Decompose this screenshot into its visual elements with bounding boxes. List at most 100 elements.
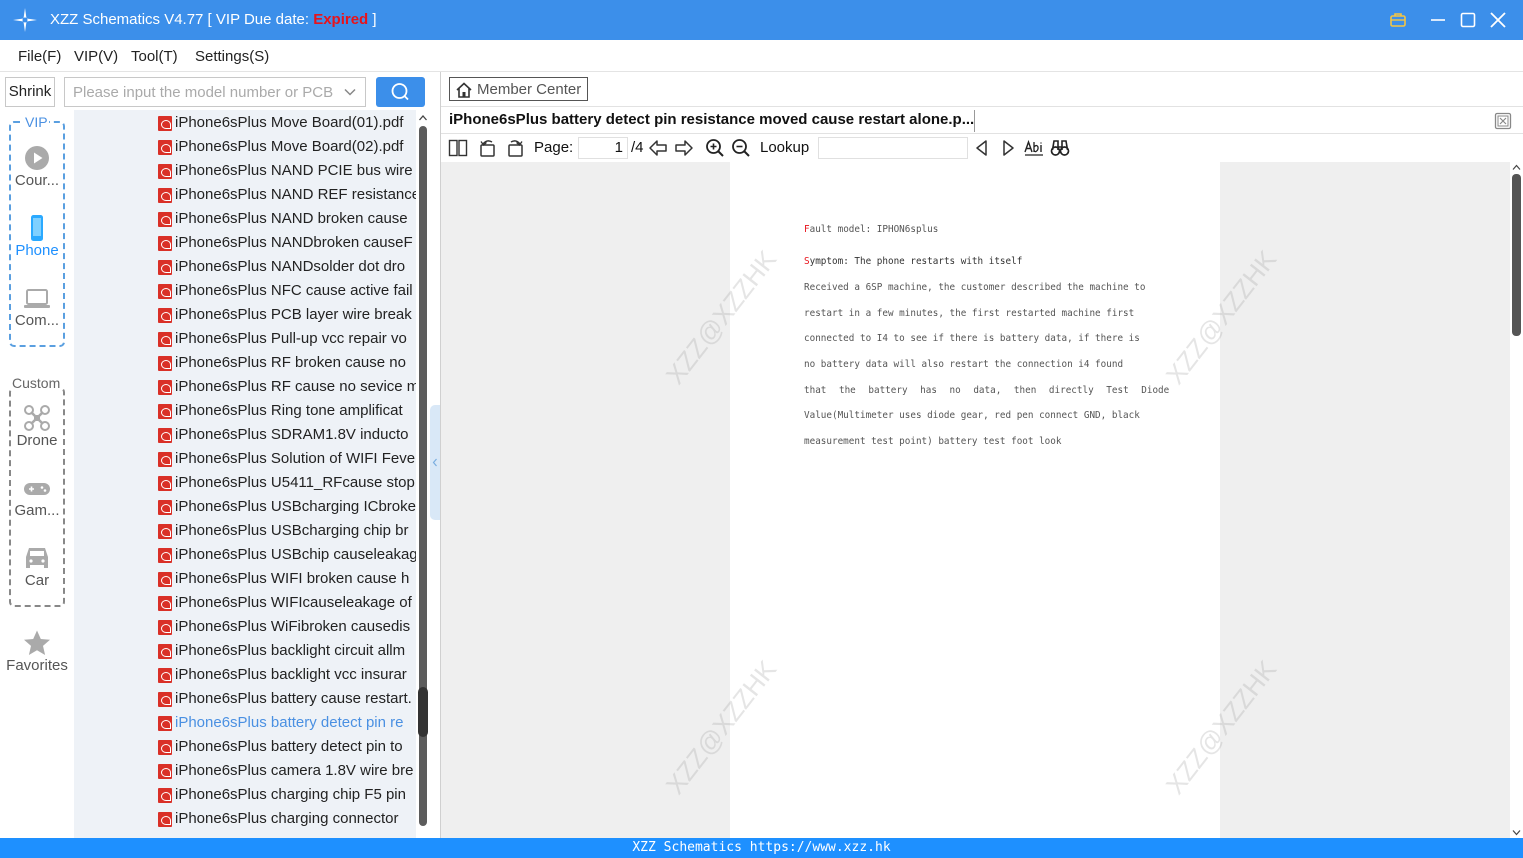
search-button[interactable]: [376, 77, 425, 107]
file-list-item[interactable]: iPhone6sPlus NAND PCIE bus wire: [158, 159, 416, 183]
file-list-item[interactable]: iPhone6sPlus battery detect pin re: [158, 711, 416, 735]
scroll-down-icon[interactable]: [1512, 828, 1521, 837]
expired-label: Expired: [313, 11, 369, 28]
file-name: iPhone6sPlus backlight circuit allm: [175, 642, 406, 659]
file-list-item[interactable]: iPhone6sPlus NANDbroken causeF: [158, 231, 416, 255]
rotate-right-icon[interactable]: [505, 138, 525, 158]
file-list-item[interactable]: iPhone6sPlus camera 1.8V wire bre: [158, 759, 416, 783]
chevron-left-icon[interactable]: [430, 405, 440, 520]
close-tab-icon[interactable]: [1494, 112, 1512, 130]
file-name: iPhone6sPlus battery detect pin to: [175, 738, 403, 755]
file-name: iPhone6sPlus charging connector: [175, 810, 399, 827]
find-binoculars-icon[interactable]: [1050, 138, 1070, 158]
file-name: iPhone6sPlus battery cause restart.: [175, 690, 412, 707]
search-combobox[interactable]: [64, 77, 366, 107]
category-drone[interactable]: Drone: [0, 404, 74, 449]
pdf-icon: [158, 500, 172, 515]
category-phone[interactable]: Phone: [0, 214, 74, 259]
chevron-down-icon[interactable]: [343, 85, 357, 99]
document-tab[interactable]: iPhone6sPlus battery detect pin resistan…: [449, 111, 974, 128]
pdf-icon: [158, 356, 172, 371]
file-list-item[interactable]: iPhone6sPlus NAND broken cause: [158, 207, 416, 231]
document-viewer[interactable]: Fault model: IPHON6splus Symptom: The ph…: [441, 162, 1510, 838]
file-list-item[interactable]: iPhone6sPlus backlight circuit allm: [158, 639, 416, 663]
find-previous-icon[interactable]: [972, 138, 992, 158]
page-number-input[interactable]: 1: [578, 137, 628, 159]
file-list-item[interactable]: iPhone6sPlus WiFibroken causedis: [158, 615, 416, 639]
file-name: iPhone6sPlus RF cause no sevice m: [175, 378, 416, 395]
file-list-item[interactable]: iPhone6sPlus USBcharging ICbroke: [158, 495, 416, 519]
pdf-icon: [158, 140, 172, 155]
two-page-view-icon[interactable]: [448, 138, 468, 158]
file-list-item[interactable]: iPhone6sPlus NANDsolder dot dro: [158, 255, 416, 279]
file-list-item[interactable]: iPhone6sPlus battery cause restart.: [158, 687, 416, 711]
previous-page-icon[interactable]: [648, 138, 668, 158]
file-list-item[interactable]: iPhone6sPlus NFC cause active fail: [158, 279, 416, 303]
file-list-item[interactable]: iPhone6sPlus PCB layer wire break: [158, 303, 416, 327]
shrink-button[interactable]: Shrink: [5, 77, 55, 107]
scroll-up-icon[interactable]: [418, 113, 428, 123]
file-list-item[interactable]: iPhone6sPlus battery detect pin to: [158, 735, 416, 759]
file-name: iPhone6sPlus NFC cause active fail: [175, 282, 413, 299]
find-next-icon[interactable]: [998, 138, 1018, 158]
menu-tool[interactable]: Tool(T): [131, 48, 178, 65]
lookup-input[interactable]: [818, 137, 968, 159]
file-list-item[interactable]: iPhone6sPlus RF cause no sevice m: [158, 375, 416, 399]
zoom-in-icon[interactable]: [705, 138, 725, 158]
minimize-button[interactable]: [1426, 8, 1450, 32]
viewer-toolbar: Page: 1 /4 Lookup: [441, 134, 1523, 162]
file-name: iPhone6sPlus charging chip F5 pin: [175, 786, 406, 803]
file-name: iPhone6sPlus NAND REF resistance: [175, 186, 416, 203]
file-list-item[interactable]: iPhone6sPlus RF broken cause no: [158, 351, 416, 375]
file-name: iPhone6sPlus RF broken cause no: [175, 354, 406, 371]
panel-splitter[interactable]: [430, 405, 440, 520]
rotate-left-icon[interactable]: [478, 138, 498, 158]
category-computer[interactable]: Com...: [0, 284, 74, 329]
category-favorites[interactable]: Favorites: [0, 629, 74, 674]
file-list-item[interactable]: iPhone6sPlus backlight vcc insurar: [158, 663, 416, 687]
viewer-scrollbar[interactable]: [1510, 162, 1523, 838]
file-list-item[interactable]: iPhone6sPlus SDRAM1.8V inducto: [158, 423, 416, 447]
close-button[interactable]: [1486, 8, 1510, 32]
category-label: Phone: [15, 242, 59, 259]
file-list-item[interactable]: iPhone6sPlus NAND REF resistance: [158, 183, 416, 207]
pdf-icon: [158, 308, 172, 323]
category-car[interactable]: Car: [0, 544, 74, 589]
file-list-item[interactable]: iPhone6sPlus Pull-up vcc repair vo: [158, 327, 416, 351]
search-input[interactable]: [65, 78, 335, 106]
match-case-icon[interactable]: [1024, 138, 1044, 158]
file-name: iPhone6sPlus WIFI broken cause h: [175, 570, 410, 587]
laptop-icon: [24, 289, 50, 308]
briefcase-icon[interactable]: [1386, 8, 1410, 32]
file-list-item[interactable]: iPhone6sPlus WIFI broken cause h: [158, 567, 416, 591]
scrollbar-thumb[interactable]: [418, 687, 428, 737]
file-list-item[interactable]: iPhone6sPlus Move Board(02).pdf: [158, 135, 416, 159]
zoom-out-icon[interactable]: [731, 138, 751, 158]
file-list-item[interactable]: iPhone6sPlus charging connector: [158, 807, 416, 831]
member-center-button[interactable]: Member Center: [449, 77, 588, 101]
menu-file[interactable]: File(F): [18, 48, 61, 65]
custom-group-label: Custom: [11, 375, 62, 391]
menu-settings[interactable]: Settings(S): [195, 48, 269, 65]
body-line: measurement test point) battery test foo…: [804, 436, 1062, 447]
file-list-item[interactable]: iPhone6sPlus Move Board(01).pdf: [158, 111, 416, 135]
scroll-up-icon[interactable]: [1512, 163, 1521, 172]
maximize-button[interactable]: [1456, 8, 1480, 32]
category-games[interactable]: Gam...: [0, 474, 74, 519]
pdf-icon: [158, 596, 172, 611]
scrollbar-thumb[interactable]: [1512, 174, 1521, 336]
menu-vip[interactable]: VIP(V): [74, 48, 118, 65]
star-icon: [24, 630, 50, 655]
file-list-item[interactable]: iPhone6sPlus Solution of WIFI Feve: [158, 447, 416, 471]
file-list-item[interactable]: iPhone6sPlus WIFIcauseleakage of: [158, 591, 416, 615]
file-list-scrollbar[interactable]: [416, 110, 430, 838]
lookup-label: Lookup: [760, 139, 810, 156]
file-list-item[interactable]: iPhone6sPlus U5411_RFcause stop: [158, 471, 416, 495]
file-list-item[interactable]: iPhone6sPlus Ring tone amplificat: [158, 399, 416, 423]
file-list-item[interactable]: iPhone6sPlus USBcharging chip br: [158, 519, 416, 543]
next-page-icon[interactable]: [674, 138, 694, 158]
file-list-item[interactable]: iPhone6sPlus USBchip causeleakag: [158, 543, 416, 567]
category-courses[interactable]: Cour...: [0, 144, 74, 189]
app-logo-icon: [13, 8, 37, 32]
file-list-item[interactable]: iPhone6sPlus charging chip F5 pin: [158, 783, 416, 807]
